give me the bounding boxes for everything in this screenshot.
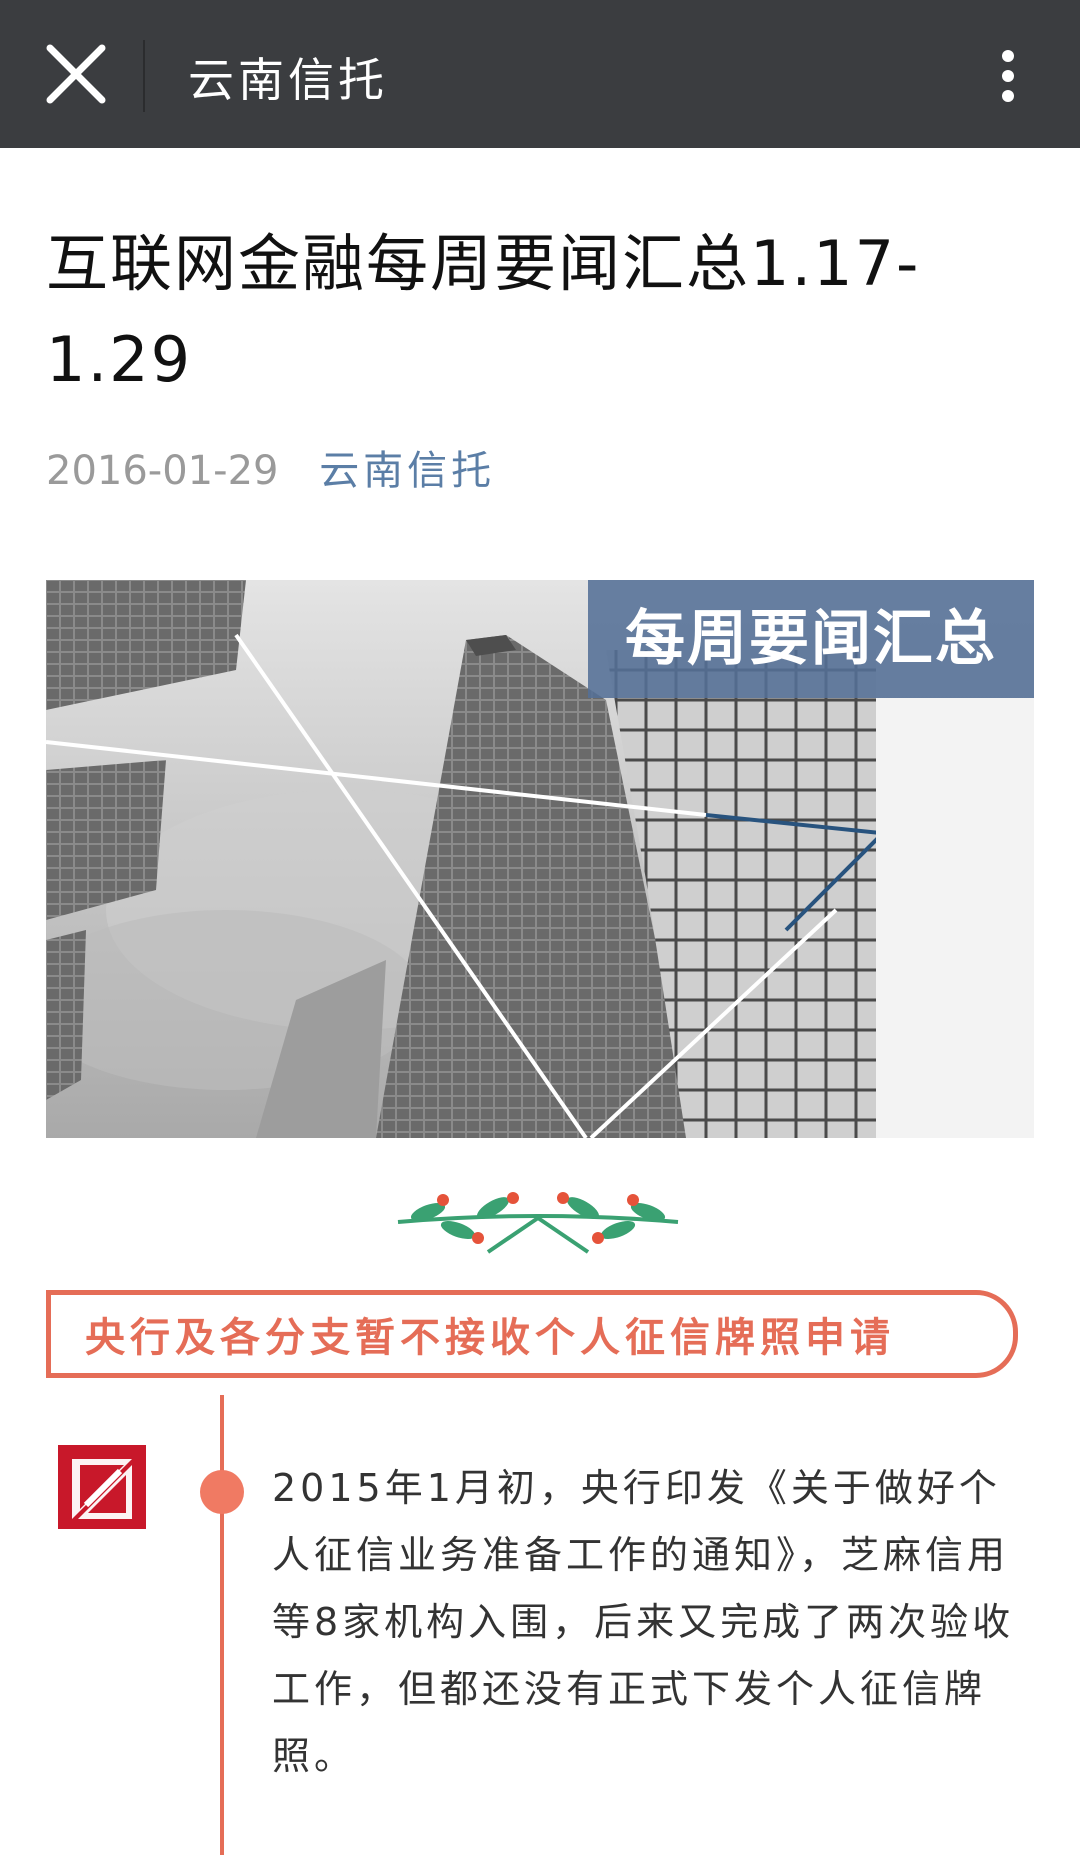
article-meta: 2016-01-29 云南信托	[46, 438, 495, 496]
close-icon	[46, 44, 106, 104]
cover-label: 每周要闻汇总	[588, 580, 1034, 698]
more-options-button[interactable]	[990, 40, 1026, 112]
close-button[interactable]	[40, 38, 112, 110]
publish-date: 2016-01-29	[46, 448, 279, 494]
logo-icon	[58, 1445, 146, 1529]
section-headline: 央行及各分支暂不接收个人征信牌照申请	[85, 1315, 895, 1361]
cover-image: 每周要闻汇总	[46, 580, 1034, 1138]
leaf-sprig-divider-icon	[397, 1192, 679, 1254]
section-headline-box: 央行及各分支暂不接收个人征信牌照申请	[46, 1290, 1018, 1378]
article-paragraph: 2015年1月初，央行印发《关于做好个人征信业务准备工作的通知》，芝麻信用等8家…	[272, 1466, 1015, 1778]
account-link[interactable]: 云南信托	[319, 448, 495, 494]
timeline-dot	[200, 1470, 244, 1514]
timeline-line	[220, 1395, 224, 1855]
toolbar-divider	[143, 40, 145, 112]
article-title: 互联网金融每周要闻汇总1.17-1.29	[46, 227, 921, 396]
page-title: 云南信托	[188, 53, 388, 107]
top-navigation-bar: 云南信托	[0, 0, 1080, 148]
